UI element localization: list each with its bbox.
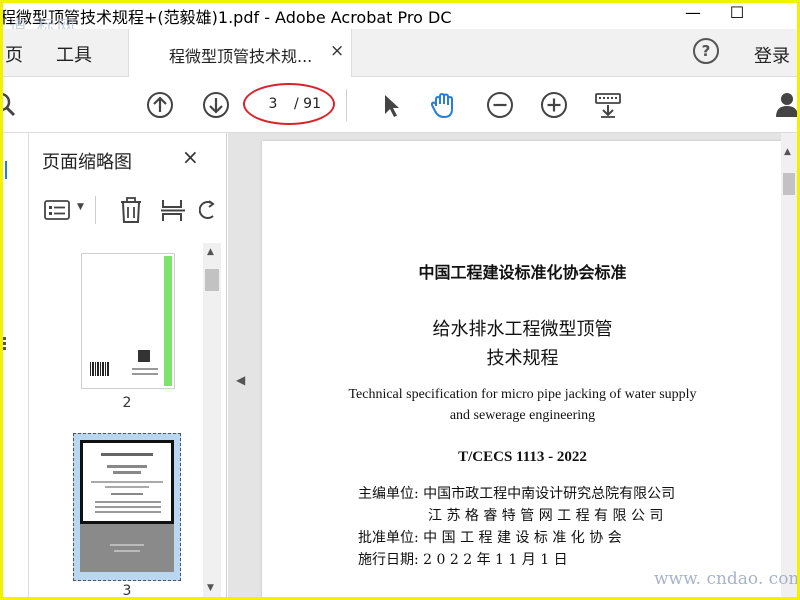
thumbnail-text-line — [113, 471, 141, 474]
panel-title: 页面缩略图 — [42, 152, 132, 173]
thumbnail-text-line — [132, 368, 158, 370]
thumbnail-text-line — [95, 501, 161, 503]
thumbnail-text-line — [105, 486, 149, 488]
acrobat-window: 程微型顶管技术规程+(范毅雄)1.pdf - Adobe Acrobat Pro… — [3, 3, 797, 597]
tab-document[interactable]: 程微型顶管技术规... × — [128, 29, 352, 77]
thumbnail-text-line — [114, 550, 140, 552]
thumbnails-list: 2 3 — [39, 243, 203, 597]
panel-toolbar: ▼ — [29, 188, 227, 232]
page-current-input[interactable]: 3 — [263, 96, 283, 112]
barcode-icon — [90, 362, 110, 376]
toolbar: 3 / 91 — [3, 77, 797, 133]
thumbnail-panel: 页面缩略图 × ▼ 2 3 ▲ ▼ — [29, 133, 227, 597]
document-scrollbar-thumb[interactable] — [783, 173, 795, 195]
english-title-line1: Technical specification for micro pipe j… — [348, 387, 697, 402]
collapse-panel-icon[interactable]: ◀ — [236, 373, 245, 387]
thumbnail-label-3: 3 — [122, 583, 132, 597]
help-icon[interactable]: ? — [693, 38, 719, 64]
delete-icon[interactable] — [118, 196, 144, 224]
keyboard-icon[interactable] — [593, 90, 623, 120]
approve-row: 批准单位: 中 国 工 程 建 设 标 准 化 协 会 — [358, 527, 622, 547]
title-bar: 程微型顶管技术规程+(范毅雄)1.pdf - Adobe Acrobat Pro… — [3, 3, 797, 29]
tab-document-label: 程微型顶管技术规... — [169, 47, 313, 66]
close-icon[interactable]: × — [182, 145, 199, 169]
thumbnail-scrollbar[interactable]: ▲ ▼ — [203, 243, 221, 597]
insert-pages-icon[interactable] — [160, 196, 186, 224]
minimize-button[interactable]: — — [673, 3, 713, 25]
scroll-up-icon[interactable]: ▲ — [784, 147, 791, 157]
qr-code-icon — [138, 350, 150, 362]
thumbnail-text-line — [110, 544, 144, 546]
chief-editor-row: 主编单位: 中国市政工程中南设计研究总院有限公司 — [358, 483, 675, 503]
thumbnail-label-2: 2 — [122, 395, 132, 411]
page-total: / 91 — [294, 96, 321, 112]
thumbnail-scrollbar-thumb[interactable] — [205, 269, 219, 291]
english-title-line2: and sewerage engineering — [449, 408, 596, 423]
chevron-down-icon[interactable]: ▼ — [77, 202, 84, 212]
thumbnail-text-line — [101, 453, 153, 456]
thumbnail-text-line — [95, 506, 161, 508]
scroll-up-icon[interactable]: ▲ — [207, 247, 214, 257]
next-page-icon[interactable] — [201, 90, 231, 120]
document-scrollbar[interactable]: ▲ — [781, 133, 797, 597]
toolbar-separator — [346, 89, 347, 121]
panel-separator — [95, 196, 96, 224]
scroll-down-icon[interactable]: ▼ — [207, 583, 214, 593]
document-view: ◀ 中国工程建设标准化协会标准 给水排水工程微型顶管 技术规程 Technica… — [228, 133, 797, 597]
doc-title-line1: 给水排水工程微型顶管 — [432, 319, 613, 340]
options-dots-icon[interactable] — [3, 337, 9, 351]
thumbnail-page-3-selected[interactable] — [73, 433, 181, 581]
select-cursor-icon[interactable] — [376, 90, 406, 120]
org-title: 中国工程建设标准化协会标准 — [418, 263, 627, 282]
watermark-bottom: www. cndao. com — [654, 569, 797, 589]
approve-label: 批准单位: — [358, 530, 419, 546]
rotate-icon[interactable] — [199, 198, 219, 222]
zoom-out-icon[interactable] — [485, 90, 515, 120]
search-icon[interactable] — [3, 90, 19, 120]
maximize-button[interactable]: ☐ — [717, 3, 757, 25]
chief-editor-label: 主编单位: — [358, 486, 419, 502]
left-navigation-strip — [3, 133, 29, 597]
account-icon[interactable] — [775, 90, 797, 120]
thumbnail-text-line — [111, 493, 143, 495]
pdf-page: 中国工程建设标准化协会标准 给水排水工程微型顶管 技术规程 Technical … — [262, 141, 783, 597]
tab-bar: 页 工具 程微型顶管技术规... × ? 登录 — [3, 29, 797, 77]
doc-title-line2: 技术规程 — [486, 348, 559, 369]
thumbnail-green-strip — [164, 256, 172, 386]
thumbnail-page-2[interactable] — [81, 253, 175, 389]
nav-indicator — [5, 161, 11, 179]
thumbnail-text-line — [95, 511, 161, 513]
chief-editor-row-2: 江 苏 格 睿 特 管 网 工 程 有 限 公 司 — [428, 505, 663, 525]
effective-date-label: 施行日期: — [358, 552, 419, 568]
hand-tool-icon[interactable] — [428, 90, 458, 120]
chief-editor-value-1: 中国市政工程中南设计研究总院有限公司 — [423, 486, 676, 502]
thumbnail-page-3 — [80, 440, 174, 572]
approve-value: 中 国 工 程 建 设 标 准 化 协 会 — [423, 530, 622, 546]
thumbnail-text-line — [107, 465, 147, 468]
chief-editor-value-2: 江 苏 格 睿 特 管 网 工 程 有 限 公 司 — [428, 508, 664, 524]
zoom-in-icon[interactable] — [539, 90, 569, 120]
login-button[interactable]: 登录 — [754, 42, 790, 68]
standard-number: T/CECS 1113 - 2022 — [458, 449, 587, 465]
page-number-field[interactable]: 3 / 91 — [253, 91, 333, 119]
tab-tools[interactable]: 工具 — [56, 41, 92, 67]
thumbnail-text-line — [91, 481, 163, 483]
thumbnail-options-icon[interactable] — [43, 198, 73, 222]
thumbnail-text-line — [132, 373, 158, 375]
close-icon[interactable]: × — [330, 41, 344, 61]
tab-home[interactable]: 页 — [5, 41, 23, 67]
prev-page-icon[interactable] — [145, 90, 175, 120]
effective-date-row: 施行日期: 2 0 2 2 年 1 1 月 1 日 — [358, 549, 568, 569]
effective-date-value: 2 0 2 2 年 1 1 月 1 日 — [423, 552, 568, 568]
thumbnail-page-3-content — [80, 440, 174, 524]
